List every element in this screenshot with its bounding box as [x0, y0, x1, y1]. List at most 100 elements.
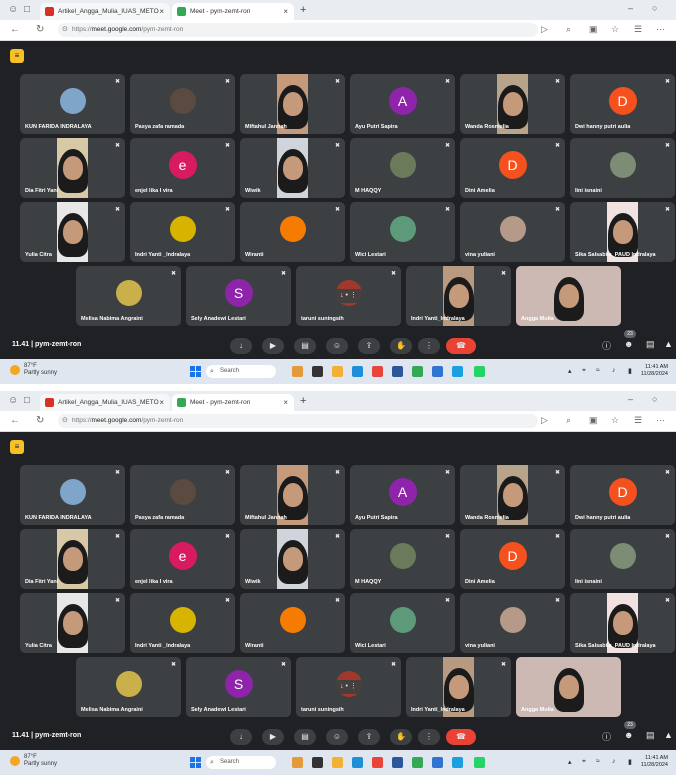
present-button[interactable]: ⇪ — [358, 729, 380, 745]
more-options-icon[interactable]: ⋯ — [656, 24, 665, 35]
collections-icon[interactable]: ☰ — [634, 415, 642, 426]
participant-tile[interactable]: ✖ Melisa Nabima Angraini — [76, 266, 181, 326]
info-icon[interactable]: ⓘ — [602, 339, 611, 352]
participant-tile[interactable]: ✖ Indri Yanti_Indralaya — [406, 266, 511, 326]
widgets-app-icon[interactable] — [292, 757, 303, 768]
reload-button[interactable]: ↻ — [36, 24, 44, 35]
zoom-icon[interactable]: ⌕ — [566, 24, 571, 35]
location-icon[interactable]: ⌖ — [582, 367, 586, 375]
battery-icon[interactable]: ▮ — [628, 367, 632, 375]
participant-tile[interactable]: D ✖ Dini Amelia — [460, 138, 565, 198]
edge-browser-icon[interactable] — [352, 366, 363, 377]
whatsapp-icon[interactable] — [474, 757, 485, 768]
info-icon[interactable]: ⓘ — [602, 730, 611, 743]
browser-tab-2[interactable]: Meet - pym-zemt-ron × — [172, 394, 294, 411]
word-app-icon[interactable] — [392, 757, 403, 768]
chrome-app-icon[interactable] — [412, 757, 423, 768]
minimize-button[interactable]: – — [628, 394, 633, 404]
whatsapp-icon[interactable] — [474, 366, 485, 377]
people-icon[interactable]: ☻ — [624, 339, 633, 349]
mic-button[interactable]: ↓ — [230, 338, 252, 354]
url-field[interactable]: ⊙ https://meet.google.com/pym-zemt-ron — [58, 23, 538, 37]
favorite-icon[interactable]: ☆ — [611, 24, 619, 35]
tab-close-icon[interactable]: × — [159, 3, 164, 20]
profile-icon[interactable]: ☺ — [8, 4, 18, 15]
participant-tile[interactable]: ✖ Indri Yanti _Indralaya — [130, 593, 235, 653]
taskbar-search[interactable]: ⌕ Search — [206, 365, 276, 378]
app-icon[interactable] — [452, 366, 463, 377]
end-call-button[interactable]: ☎ — [446, 338, 476, 354]
profile-icon[interactable]: ☺ — [8, 395, 18, 406]
participant-tile[interactable]: e ✖ enjel lika I vira — [130, 529, 235, 589]
tab-actions-icon[interactable]: □ — [24, 4, 30, 15]
back-button[interactable]: ← — [10, 415, 20, 426]
wifi-icon[interactable]: ≈ — [596, 367, 600, 374]
tab-close-icon[interactable]: × — [283, 394, 288, 411]
show-hidden-icons[interactable]: ▴ — [568, 758, 572, 766]
participant-tile[interactable]: ✖ taruni suningsih ↓ • ⋮ — [296, 657, 401, 717]
camera-button[interactable]: ▶ — [262, 338, 284, 354]
browser-tab-1[interactable]: Artikel_Angga_Mulia_IUAS_METO × — [40, 3, 170, 20]
participant-tile[interactable]: ✖ Miftahul Jannah — [240, 465, 345, 525]
meeting-info-badge[interactable]: ≡ — [10, 49, 24, 63]
show-hidden-icons[interactable]: ▴ — [568, 367, 572, 375]
participant-tile[interactable]: ✖ Wici Lestari — [350, 593, 455, 653]
browser-tab-2[interactable]: Meet - pym-zemt-ron × — [172, 3, 294, 20]
browser-tab-1[interactable]: Artikel_Angga_Mulia_IUAS_METO × — [40, 394, 170, 411]
participant-tile[interactable]: S ✖ Sely Anadewi Lestari — [186, 266, 291, 326]
windows-start-icon[interactable] — [190, 757, 201, 768]
widgets-app-icon[interactable] — [292, 366, 303, 377]
tile-controls-pill[interactable]: ↓ • ⋮ — [321, 680, 376, 694]
zoom-icon[interactable]: ⌕ — [566, 415, 571, 426]
app-icon[interactable] — [452, 757, 463, 768]
tile-controls-pill[interactable]: ↓ • ⋮ — [321, 289, 376, 303]
people-icon[interactable]: ☻ — [624, 730, 633, 740]
participant-tile[interactable]: ✖ Dia Fitri Yani — [20, 138, 125, 198]
participant-tile[interactable]: ✖ lini isnaini — [570, 529, 675, 589]
tab-close-icon[interactable]: × — [159, 394, 164, 411]
collections-icon[interactable]: ☰ — [634, 24, 642, 35]
participant-tile[interactable]: D ✖ Dini Amelia — [460, 529, 565, 589]
back-button[interactable]: ← — [10, 24, 20, 35]
task-view-icon[interactable] — [312, 366, 323, 377]
read-aloud-icon[interactable]: ▷ — [541, 415, 548, 426]
captions-button[interactable]: ▤ — [294, 729, 316, 745]
participant-tile[interactable]: A ✖ Ayu Putri Sapira — [350, 74, 455, 134]
chat-icon[interactable]: ▤ — [646, 730, 655, 741]
participant-tile[interactable]: Angga Mulia — [516, 266, 621, 326]
volume-icon[interactable]: ♪ — [612, 758, 616, 765]
mail-app-icon[interactable] — [432, 757, 443, 768]
file-explorer-icon[interactable] — [332, 366, 343, 377]
participant-tile[interactable]: ✖ Wanda Rosmelia — [460, 465, 565, 525]
tab-actions-icon[interactable]: □ — [24, 395, 30, 406]
participant-tile[interactable]: ✖ lini isnaini — [570, 138, 675, 198]
taskbar-search[interactable]: ⌕ Search — [206, 756, 276, 769]
participant-tile[interactable]: ✖ M HAQQY — [350, 529, 455, 589]
more-options-button[interactable]: ⋮ — [418, 338, 440, 354]
activities-icon[interactable]: ▲ — [664, 339, 673, 349]
new-tab-button[interactable]: + — [300, 395, 306, 407]
chrome-app-icon[interactable] — [412, 366, 423, 377]
wifi-icon[interactable]: ≈ — [596, 758, 600, 765]
windows-start-icon[interactable] — [190, 366, 201, 377]
taskbar-clock[interactable]: 11:41 AM 11/28/2024 — [641, 755, 668, 769]
participant-tile[interactable]: ✖ Melisa Nabima Angraini — [76, 657, 181, 717]
tab-close-icon[interactable]: × — [283, 3, 288, 20]
participant-tile[interactable]: Angga Mulia — [516, 657, 621, 717]
folder-app-icon[interactable] — [372, 757, 383, 768]
participant-tile[interactable]: ✖ Wiranti — [240, 593, 345, 653]
volume-icon[interactable]: ♪ — [612, 367, 616, 374]
participant-tile[interactable]: ✖ Wiwik — [240, 138, 345, 198]
restore-button[interactable]: ○ — [652, 3, 657, 13]
new-tab-button[interactable]: + — [300, 4, 306, 16]
participant-tile[interactable]: ✖ vina yuliani — [460, 593, 565, 653]
meeting-info-badge[interactable]: ≡ — [10, 440, 24, 454]
mail-app-icon[interactable] — [432, 366, 443, 377]
participant-tile[interactable]: ✖ Wiranti — [240, 202, 345, 262]
folder-app-icon[interactable] — [372, 366, 383, 377]
participant-tile[interactable]: ✖ M HAQQY — [350, 138, 455, 198]
end-call-button[interactable]: ☎ — [446, 729, 476, 745]
participant-tile[interactable]: ✖ Indri Yanti_Indralaya — [406, 657, 511, 717]
file-explorer-icon[interactable] — [332, 757, 343, 768]
task-view-icon[interactable] — [312, 757, 323, 768]
